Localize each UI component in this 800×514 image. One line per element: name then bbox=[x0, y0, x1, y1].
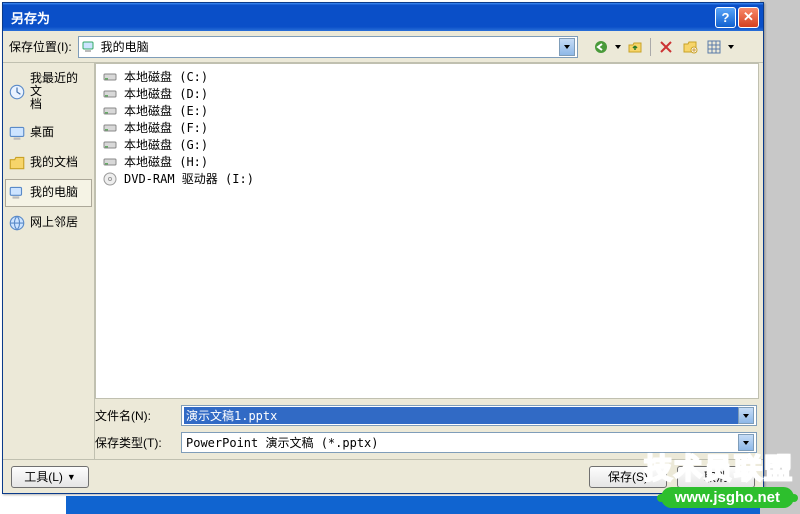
tools-label: 工具(L) bbox=[24, 468, 63, 485]
back-button[interactable] bbox=[590, 36, 612, 58]
drive-item[interactable]: 本地磁盘 (G:) bbox=[102, 136, 752, 153]
drive-item[interactable]: 本地磁盘 (F:) bbox=[102, 119, 752, 136]
save-button[interactable]: 保存(S) bbox=[589, 466, 667, 488]
views-dropdown[interactable] bbox=[727, 45, 735, 49]
toolbar-icons bbox=[590, 36, 735, 58]
drive-label: DVD-RAM 驱动器 (I:) bbox=[124, 170, 254, 187]
disk-icon bbox=[102, 86, 118, 102]
drive-label: 本地磁盘 (G:) bbox=[124, 136, 208, 153]
sidebar-item-label: 我最近的文 档 bbox=[30, 72, 89, 112]
filename-value: 演示文稿1.pptx bbox=[184, 407, 738, 424]
new-folder-button[interactable] bbox=[679, 36, 701, 58]
drive-label: 本地磁盘 (F:) bbox=[124, 119, 208, 136]
drive-item[interactable]: 本地磁盘 (E:) bbox=[102, 102, 752, 119]
filetype-value: PowerPoint 演示文稿 (*.pptx) bbox=[184, 434, 738, 451]
sidebar-item[interactable]: 桌面 bbox=[5, 119, 92, 147]
filename-row: 文件名(N): 演示文稿1.pptx bbox=[95, 405, 757, 426]
sidebar-item[interactable]: 网上邻居 bbox=[5, 209, 92, 237]
mycomputer-icon bbox=[81, 39, 97, 55]
titlebar: 另存为 ? ✕ bbox=[3, 3, 763, 31]
sidebar-item-label: 网上邻居 bbox=[30, 216, 78, 229]
close-button[interactable]: ✕ bbox=[738, 7, 759, 28]
cancel-label: 取消 bbox=[704, 468, 728, 485]
mydocs-icon bbox=[8, 154, 26, 172]
dialog-body: 我最近的文 档桌面我的文档我的电脑网上邻居 本地磁盘 (C:)本地磁盘 (D:)… bbox=[3, 63, 763, 459]
drive-label: 本地磁盘 (E:) bbox=[124, 102, 208, 119]
disk-icon bbox=[102, 120, 118, 136]
filename-combo[interactable]: 演示文稿1.pptx bbox=[181, 405, 757, 426]
sidebar-item[interactable]: 我的文档 bbox=[5, 149, 92, 177]
places-bar: 我最近的文 档桌面我的文档我的电脑网上邻居 bbox=[3, 63, 95, 459]
sidebar-item-label: 桌面 bbox=[30, 126, 54, 139]
disk-icon bbox=[102, 69, 118, 85]
tools-button[interactable]: 工具(L) ▼ bbox=[11, 466, 89, 488]
window-title: 另存为 bbox=[11, 8, 713, 27]
taskbar-strip bbox=[66, 496, 760, 514]
file-pane: 本地磁盘 (C:)本地磁盘 (D:)本地磁盘 (E:)本地磁盘 (F:)本地磁盘… bbox=[95, 63, 763, 459]
cancel-button[interactable]: 取消 bbox=[677, 466, 755, 488]
up-one-level-button[interactable] bbox=[624, 36, 646, 58]
file-list[interactable]: 本地磁盘 (C:)本地磁盘 (D:)本地磁盘 (E:)本地磁盘 (F:)本地磁盘… bbox=[95, 63, 759, 399]
drive-item[interactable]: 本地磁盘 (C:) bbox=[102, 68, 752, 85]
save-location-label: 保存位置(I): bbox=[9, 38, 72, 55]
disk-icon bbox=[102, 103, 118, 119]
filetype-combo[interactable]: PowerPoint 演示文稿 (*.pptx) bbox=[181, 432, 757, 453]
toolbar: 保存位置(I): 我的电脑 bbox=[3, 31, 763, 63]
chevron-down-icon[interactable] bbox=[559, 38, 575, 56]
drive-item[interactable]: DVD-RAM 驱动器 (I:) bbox=[102, 170, 752, 187]
background-strip bbox=[760, 0, 800, 514]
filename-label: 文件名(N): bbox=[95, 407, 173, 424]
drive-label: 本地磁盘 (H:) bbox=[124, 153, 208, 170]
save-label: 保存(S) bbox=[608, 468, 648, 485]
save-location-combo[interactable]: 我的电脑 bbox=[78, 36, 578, 58]
chevron-down-icon[interactable] bbox=[738, 407, 754, 424]
back-dropdown[interactable] bbox=[614, 45, 622, 49]
views-button[interactable] bbox=[703, 36, 725, 58]
desktop-icon bbox=[8, 124, 26, 142]
drive-label: 本地磁盘 (D:) bbox=[124, 85, 208, 102]
delete-button[interactable] bbox=[655, 36, 677, 58]
sidebar-item-label: 我的文档 bbox=[30, 156, 78, 169]
sidebar-item-label: 我的电脑 bbox=[30, 186, 78, 199]
save-as-dialog: 另存为 ? ✕ 保存位置(I): 我的电脑 bbox=[2, 2, 764, 494]
toolbar-separator bbox=[650, 38, 651, 56]
chevron-down-icon: ▼ bbox=[67, 472, 76, 482]
sidebar-item[interactable]: 我最近的文 档 bbox=[5, 67, 92, 117]
network-icon bbox=[8, 214, 26, 232]
disk-icon bbox=[102, 137, 118, 153]
close-icon: ✕ bbox=[743, 9, 754, 25]
drive-item[interactable]: 本地磁盘 (D:) bbox=[102, 85, 752, 102]
drive-label: 本地磁盘 (C:) bbox=[124, 68, 208, 85]
disk-icon bbox=[102, 154, 118, 170]
dialog-footer: 工具(L) ▼ 保存(S) 取消 bbox=[3, 459, 763, 493]
chevron-down-icon[interactable] bbox=[738, 434, 754, 451]
filetype-label: 保存类型(T): bbox=[95, 434, 173, 451]
drive-item[interactable]: 本地磁盘 (H:) bbox=[102, 153, 752, 170]
filetype-row: 保存类型(T): PowerPoint 演示文稿 (*.pptx) bbox=[95, 432, 757, 453]
recent-icon bbox=[8, 83, 26, 101]
save-location-value: 我的电脑 bbox=[101, 38, 559, 55]
mycomputer-icon bbox=[8, 184, 26, 202]
sidebar-item[interactable]: 我的电脑 bbox=[5, 179, 92, 207]
dvd-icon bbox=[102, 171, 118, 187]
help-button[interactable]: ? bbox=[715, 7, 736, 28]
fields-area: 文件名(N): 演示文稿1.pptx 保存类型(T): PowerPoint 演… bbox=[95, 403, 763, 459]
